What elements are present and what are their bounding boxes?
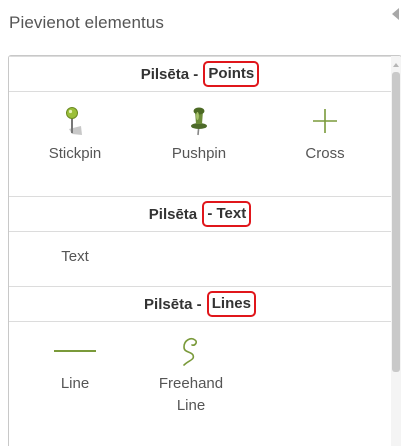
section-title-highlight: - Text: [202, 201, 252, 227]
vertical-scrollbar[interactable]: [391, 56, 401, 446]
section-header-text: Pilsēta - Text: [9, 196, 391, 232]
text-tool[interactable]: Text: [25, 238, 125, 268]
line-tool[interactable]: Line: [25, 333, 125, 395]
stickpin-icon: [66, 107, 82, 135]
section-header-lines: Pilsēta - Lines: [9, 286, 391, 322]
section-title-prefix: Pilsēta: [148, 205, 202, 223]
stickpin-tool[interactable]: Stickpin: [25, 103, 125, 165]
line-icon: [54, 350, 96, 352]
section-header-points: Pilsēta - Points: [9, 56, 391, 92]
tool-label-line-1: Freehand: [158, 375, 224, 392]
tool-label: Cross: [305, 145, 345, 162]
tool-label: Stickpin: [48, 145, 102, 162]
freehand-line-icon: [183, 338, 198, 366]
tool-label: Text: [61, 248, 89, 265]
section-title-prefix: Pilsēta -: [140, 65, 203, 83]
pushpin-icon: [191, 107, 207, 136]
tool-label: Line: [60, 375, 90, 392]
tool-label: Pushpin: [171, 145, 227, 162]
section-title-highlight: Points: [203, 61, 260, 87]
tool-label-line-2: Line: [176, 397, 206, 414]
cross-icon: [313, 109, 337, 133]
collapse-arrow-icon[interactable]: [392, 8, 399, 20]
add-features-panel: Pilsēta - Points Stickpin Pushpin Cross …: [8, 55, 401, 446]
section-title-prefix: Pilsēta -: [144, 295, 206, 313]
panel-heading: Pievienot elementus: [9, 13, 164, 32]
section-title-highlight: Lines: [206, 291, 256, 317]
scroll-thumb[interactable]: [392, 72, 400, 372]
freehand-line-tool[interactable]: Freehand Line: [141, 333, 241, 417]
cross-tool[interactable]: Cross: [275, 103, 375, 165]
pushpin-tool[interactable]: Pushpin: [149, 103, 249, 165]
scroll-up-arrow-icon[interactable]: [393, 63, 399, 67]
